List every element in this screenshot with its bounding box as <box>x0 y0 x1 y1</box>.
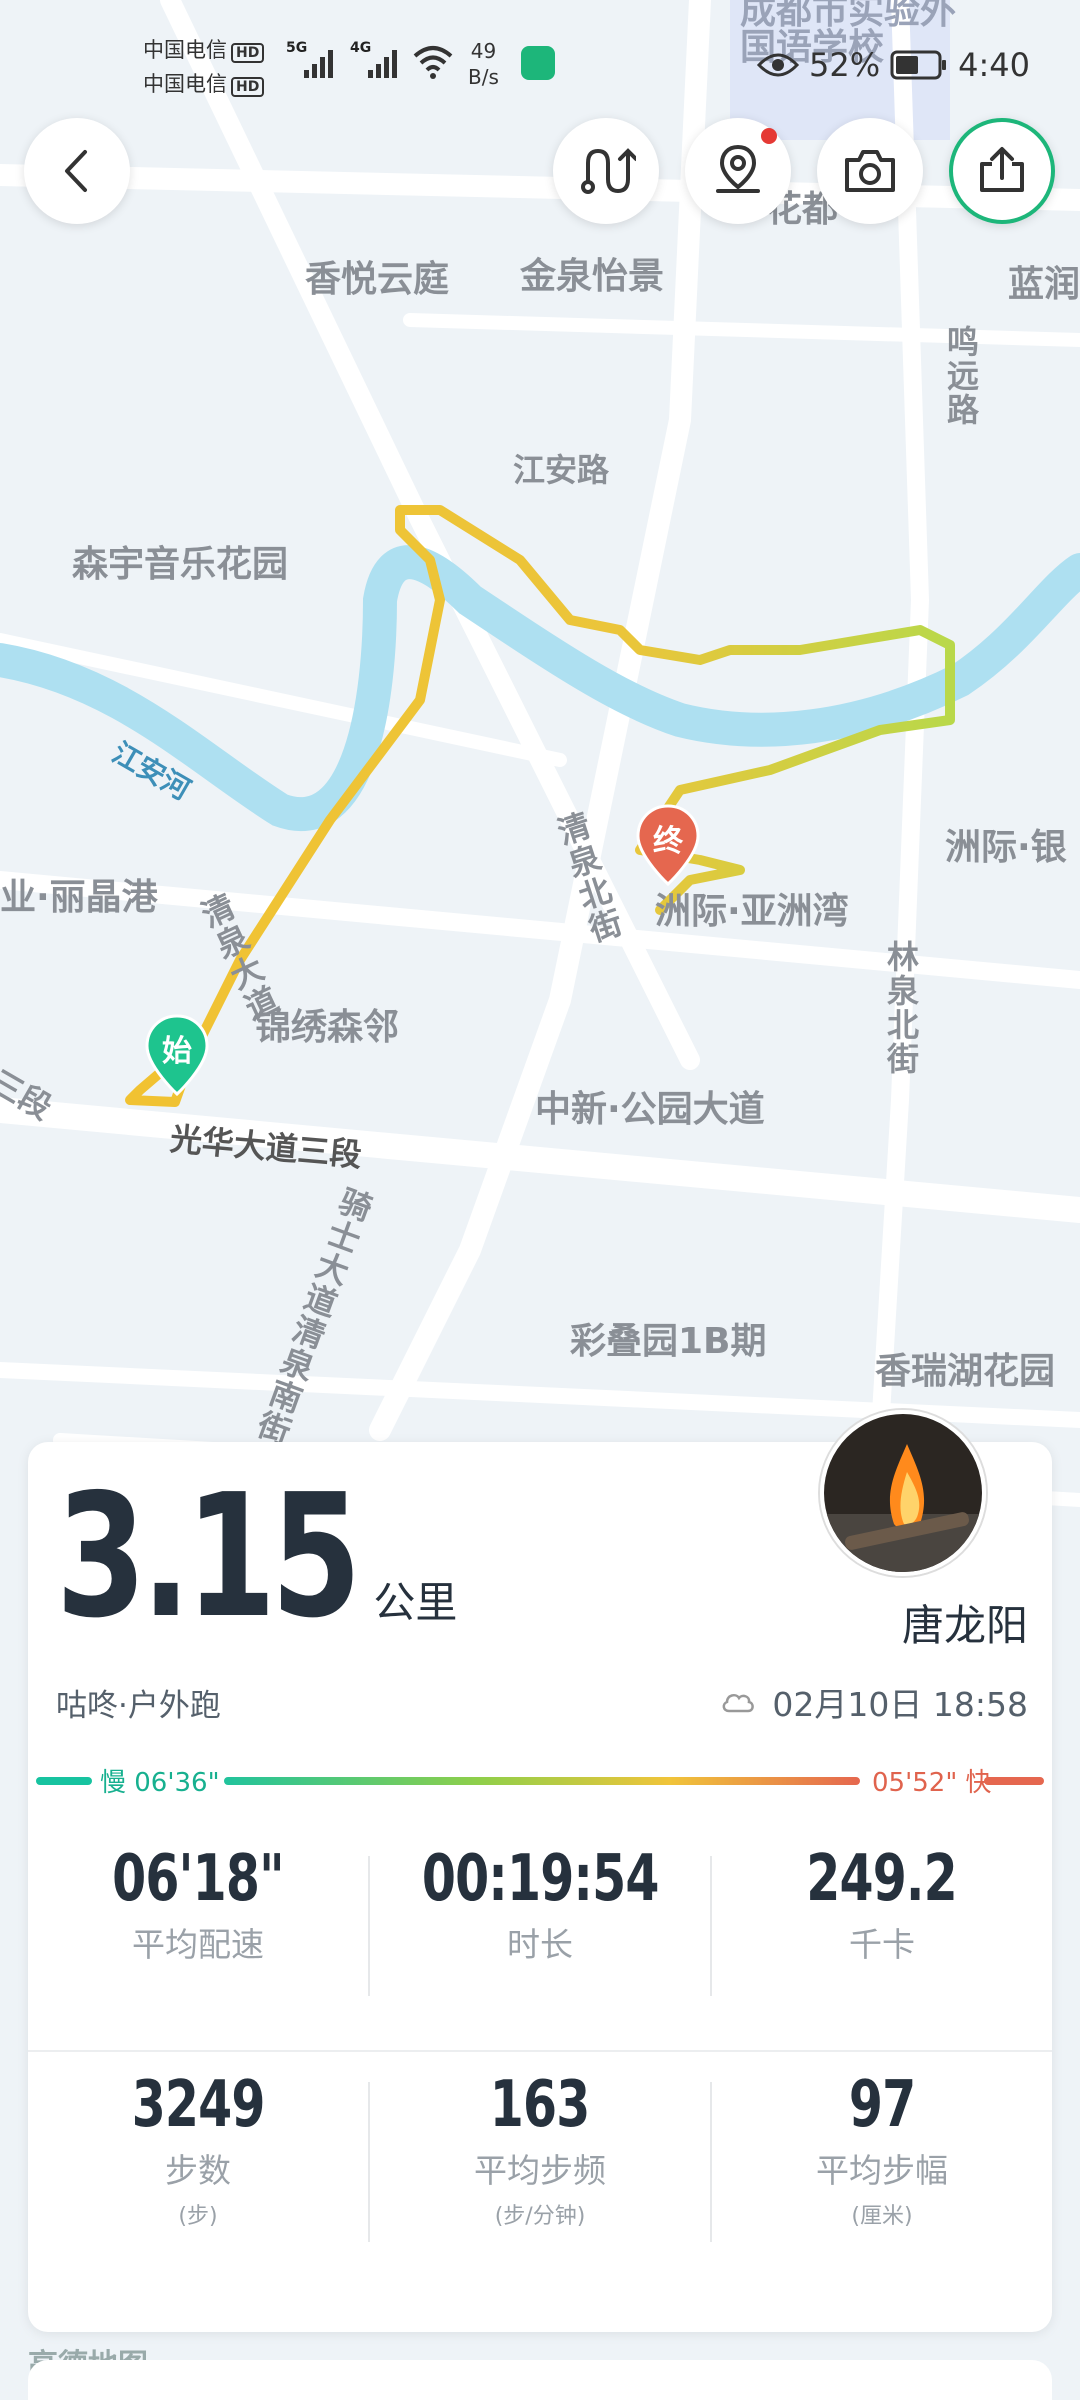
route-toggle-button[interactable] <box>553 118 659 224</box>
stat-label: 时长 <box>507 1925 573 1964</box>
user-name: 唐龙阳 <box>901 1601 1028 1650</box>
stat-stride: 97 平均步幅 (厘米) <box>712 2068 1052 2230</box>
eye-icon <box>757 53 800 77</box>
camera-icon <box>845 150 895 192</box>
divider <box>710 2082 712 2242</box>
start-marker[interactable]: 始 <box>145 1014 209 1097</box>
campfire-avatar-icon <box>824 1414 982 1572</box>
datetime-text: 02月10日 18:58 <box>772 1685 1028 1724</box>
start-marker-label: 始 <box>162 1034 192 1069</box>
status-right: 52% 4:40 <box>757 46 1030 84</box>
stat-cadence: 163 平均步频 (步/分钟) <box>370 2068 710 2230</box>
location-button[interactable] <box>685 118 791 224</box>
map-label-xiangrui: 香瑞湖花园 <box>875 1351 1056 1392</box>
status-bar: 中国电信 HD 中国电信 HD 5G 4G 49 B/s 52% 4:40 <box>0 0 1080 120</box>
stat-value: 06'18" <box>112 1842 284 1916</box>
app-notification-icon <box>521 46 555 80</box>
distance: 3.15 公里 <box>56 1458 458 1656</box>
workout-summary-card: 3.15 公里 唐龙阳 咕咚·户外跑 02月10日 18:58 慢 06'36"… <box>28 1410 1052 2332</box>
back-button[interactable] <box>24 118 130 224</box>
divider <box>368 1856 370 1996</box>
divider <box>28 2050 1052 2052</box>
wifi-icon <box>413 46 453 79</box>
carrier-1: 中国电信 HD <box>143 34 265 64</box>
end-marker[interactable]: 终 <box>636 804 700 887</box>
stat-value: 163 <box>490 2068 590 2142</box>
carrier-2: 中国电信 HD <box>143 68 265 98</box>
map-label-jiangan-road: 江安路 <box>513 451 610 489</box>
route-icon <box>581 148 636 194</box>
pace-bar-fast-cap <box>984 1777 1044 1785</box>
camera-button[interactable] <box>817 118 923 224</box>
map-label-zhouji-yazhou: 洲际·亚洲湾 <box>655 891 849 932</box>
back-icon <box>65 150 87 192</box>
stat-unit: (步) <box>178 2204 218 2229</box>
stat-calories: 249.2 千卡 <box>712 1842 1052 1966</box>
pace-slow-label: 慢 06'36" <box>100 1768 220 1798</box>
signal-icon-2 <box>368 50 397 78</box>
stat-duration: 00:19:54 时长 <box>370 1842 710 1966</box>
stat-steps: 3249 步数 (步) <box>28 2068 368 2230</box>
signal-icon-1 <box>304 50 333 78</box>
hd-badge-2: HD <box>231 77 265 97</box>
stat-label: 平均步频 <box>474 2151 606 2190</box>
divider <box>710 1856 712 1996</box>
distance-value: 3.15 <box>56 1458 361 1656</box>
stat-value: 00:19:54 <box>421 1842 660 1916</box>
hd-badge-1: HD <box>231 43 265 63</box>
stat-label: 步数 <box>165 2151 231 2190</box>
workout-datetime: 02月10日 18:58 <box>720 1678 1028 1726</box>
share-button[interactable] <box>949 118 1055 224</box>
map-label-xiangyue: 香悦云庭 <box>305 259 450 300</box>
map-label-jinquan: 金泉怡景 <box>520 256 665 297</box>
activity-type: 咕咚·户外跑 <box>56 1688 221 1724</box>
map-label-mingyuan-road: 鸣远路 <box>942 325 980 427</box>
stat-unit: (步/分钟) <box>494 2204 586 2229</box>
carrier-1-name: 中国电信 <box>143 38 227 62</box>
stat-value: 3249 <box>131 2068 266 2142</box>
stat-label: 平均配速 <box>132 1925 264 1964</box>
net-speed-unit: B/s <box>468 65 499 89</box>
map-label-linquan-north: 林泉北街 <box>882 940 920 1076</box>
map-label-lijing: 业·丽晶港 <box>0 877 158 918</box>
location-icon <box>716 144 760 193</box>
stat-label: 千卡 <box>849 1925 915 1964</box>
battery-percent: 52% <box>809 46 881 84</box>
cloud-icon <box>723 1693 755 1713</box>
next-card-edge <box>28 2360 1052 2400</box>
pace-gradient <box>224 1777 860 1785</box>
distance-unit: 公里 <box>373 1578 458 1627</box>
end-marker-label: 终 <box>653 824 683 859</box>
net-speed: 49 B/s <box>468 38 499 90</box>
clock: 4:40 <box>958 46 1030 84</box>
stat-avg-pace: 06'18" 平均配速 <box>28 1842 368 1966</box>
divider <box>368 2082 370 2242</box>
stat-unit: (厘米) <box>851 2204 913 2229</box>
stat-value: 249.2 <box>806 1842 958 1916</box>
map-label-zhouji: 洲际·银 <box>945 827 1067 868</box>
battery-icon <box>890 50 947 80</box>
share-icon <box>980 147 1024 192</box>
net-speed-value: 49 <box>470 39 497 63</box>
avatar[interactable] <box>820 1410 986 1576</box>
stat-value: 97 <box>848 2068 916 2142</box>
pace-range-bar: 慢 06'36" 05'52" 快 <box>36 1762 1044 1798</box>
map-label-zhongxin: 中新·公园大道 <box>535 1089 765 1130</box>
pace-bar-slow-cap <box>36 1777 92 1785</box>
map-label-caidieyuan: 彩叠园1B期 <box>570 1321 767 1362</box>
pace-fast-label: 05'52" 快 <box>872 1768 992 1798</box>
map-label-senyu: 森宇音乐花园 <box>72 544 289 585</box>
carrier-2-name: 中国电信 <box>143 72 227 96</box>
map-label-lanrun: 蓝润 <box>1008 264 1080 305</box>
notification-dot <box>761 128 777 144</box>
stat-label: 平均步幅 <box>816 2151 948 2190</box>
